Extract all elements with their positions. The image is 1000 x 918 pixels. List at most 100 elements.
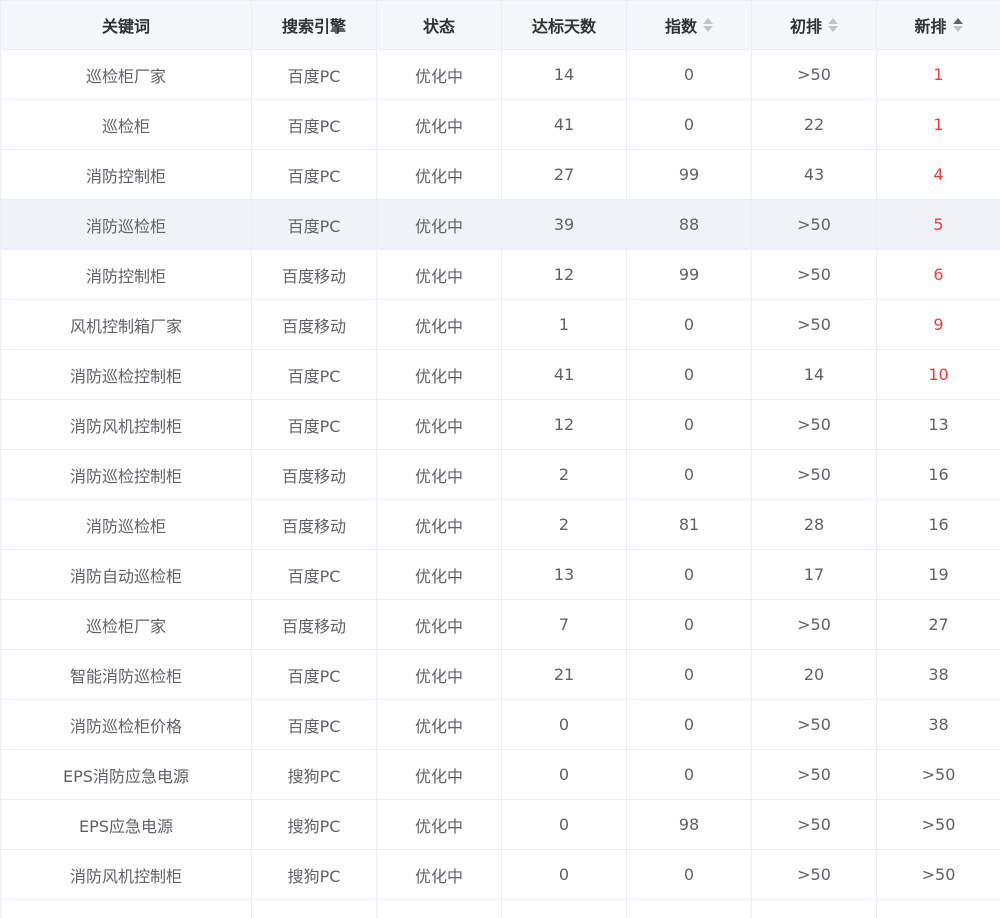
cell-days: 0 xyxy=(501,699,627,750)
cell-days: 2 xyxy=(501,499,627,550)
table-row[interactable]: 消防自动巡检柜 百度PC 优化中 13 0 17 19 xyxy=(0,549,1000,600)
table-row[interactable]: 巡检柜厂家 百度PC 优化中 14 0 >50 1 xyxy=(0,49,1000,100)
cell-status: 优化中 xyxy=(376,849,502,900)
cell-index: 0 xyxy=(626,99,752,150)
cell-engine: 搜狗PC xyxy=(251,749,377,800)
cell-engine: 百度移动 xyxy=(251,249,377,300)
table-row[interactable]: 消防巡检控制柜 百度PC 优化中 41 0 14 10 xyxy=(0,349,1000,400)
header-keyword: 关键词 xyxy=(0,0,252,50)
cell-new: 16 xyxy=(876,449,1000,500)
header-index[interactable]: 指数 xyxy=(626,0,752,50)
table-row[interactable]: 风机控制箱厂家搜狗PC优化中00>50>50 xyxy=(0,899,1000,918)
cell-initial: >50 xyxy=(751,849,877,900)
cell-index: 98 xyxy=(626,799,752,850)
cell-index: 0 xyxy=(626,349,752,400)
cell-new: 13 xyxy=(876,399,1000,450)
cell-status: 优化中 xyxy=(376,549,502,600)
cell-new: 4 xyxy=(876,149,1000,200)
sort-caret-icon[interactable] xyxy=(703,18,713,32)
cell-index: 99 xyxy=(626,149,752,200)
cell-initial: 14 xyxy=(751,349,877,400)
cell-initial: >50 xyxy=(751,699,877,750)
table-row[interactable]: 巡检柜 百度PC 优化中 41 0 22 1 xyxy=(0,99,1000,150)
cell-initial: 20 xyxy=(751,649,877,700)
table-row[interactable]: 消防巡检控制柜 百度移动 优化中 2 0 >50 16 xyxy=(0,449,1000,500)
cell-status: 优化中 xyxy=(376,449,502,500)
table-header-row: 关键词 搜索引擎 状态 达标天数 指数 初排 新排 xyxy=(0,0,1000,50)
cell-index: 0 xyxy=(626,749,752,800)
cell-engine: 搜狗PC xyxy=(251,849,377,900)
cell-new: >50 xyxy=(876,749,1000,800)
cell-engine: 百度PC xyxy=(251,99,377,150)
cell-days: 0 xyxy=(501,899,627,918)
cell-keyword: 消防巡检柜 xyxy=(0,499,252,550)
cell-days: 14 xyxy=(501,49,627,100)
cell-status: 优化中 xyxy=(376,99,502,150)
cell-engine: 百度PC xyxy=(251,199,377,250)
cell-index: 0 xyxy=(626,449,752,500)
table-row[interactable]: 消防风机控制柜 百度PC 优化中 12 0 >50 13 xyxy=(0,399,1000,450)
cell-keyword: 巡检柜厂家 xyxy=(0,599,252,650)
cell-index: 0 xyxy=(626,849,752,900)
cell-new: 1 xyxy=(876,49,1000,100)
cell-engine: 百度PC xyxy=(251,399,377,450)
cell-keyword: 消防巡检柜 xyxy=(0,199,252,250)
cell-new: 27 xyxy=(876,599,1000,650)
cell-new: >50 xyxy=(876,899,1000,918)
cell-initial: >50 xyxy=(751,449,877,500)
cell-keyword: 消防控制柜 xyxy=(0,249,252,300)
table-row[interactable]: EPS应急电源 搜狗PC 优化中 0 98 >50 >50 xyxy=(0,799,1000,850)
cell-keyword: 消防巡检柜价格 xyxy=(0,699,252,750)
table-row[interactable]: 消防巡检柜 百度PC 优化中 39 88 >50 5 xyxy=(0,199,1000,250)
cell-engine: 搜狗PC xyxy=(251,799,377,850)
table-row[interactable]: 消防风机控制柜 搜狗PC 优化中 0 0 >50 >50 xyxy=(0,849,1000,900)
table-row[interactable]: 消防控制柜 百度PC 优化中 27 99 43 4 xyxy=(0,149,1000,200)
table-body: 巡检柜厂家 百度PC 优化中 14 0 >50 1 巡检柜 百度PC 优化中 41 0 22 1 消防控制柜… xyxy=(0,49,1000,918)
sort-caret-icon[interactable] xyxy=(952,18,963,32)
cell-engine: 百度PC xyxy=(251,699,377,750)
header-initial[interactable]: 初排 xyxy=(751,0,877,50)
table-row[interactable]: 风机控制箱厂家 百度移动 优化中 1 0 >50 9 xyxy=(0,299,1000,350)
table-row[interactable]: 消防巡检柜价格 百度PC 优化中 0 0 >50 38 xyxy=(0,699,1000,750)
cell-index: 0 xyxy=(626,49,752,100)
table-row[interactable]: 消防巡检柜 百度移动 优化中 2 81 28 16 xyxy=(0,499,1000,550)
cell-days: 41 xyxy=(501,99,627,150)
cell-initial: >50 xyxy=(751,299,877,350)
cell-status: 优化中 xyxy=(376,199,502,250)
cell-new: 10 xyxy=(876,349,1000,400)
cell-new: 5 xyxy=(876,199,1000,250)
cell-index: 0 xyxy=(626,649,752,700)
cell-keyword: 消防风机控制柜 xyxy=(0,849,252,900)
header-new[interactable]: 新排 xyxy=(876,0,1000,50)
table-row[interactable]: 巡检柜厂家 百度移动 优化中 7 0 >50 27 xyxy=(0,599,1000,650)
cell-initial: 17 xyxy=(751,549,877,600)
table-row[interactable]: 消防控制柜 百度移动 优化中 12 99 >50 6 xyxy=(0,249,1000,300)
table-row[interactable]: EPS消防应急电源 搜狗PC 优化中 0 0 >50 >50 xyxy=(0,749,1000,800)
sort-caret-icon[interactable] xyxy=(828,18,838,32)
cell-index: 0 xyxy=(626,299,752,350)
cell-engine: 百度PC xyxy=(251,149,377,200)
header-engine: 搜索引擎 xyxy=(251,0,377,50)
cell-keyword: EPS应急电源 xyxy=(0,799,252,850)
cell-days: 0 xyxy=(501,749,627,800)
cell-engine: 百度移动 xyxy=(251,449,377,500)
cell-new: 6 xyxy=(876,249,1000,300)
cell-engine: 搜狗PC xyxy=(251,899,377,918)
cell-days: 12 xyxy=(501,249,627,300)
cell-engine: 百度移动 xyxy=(251,599,377,650)
cell-keyword: 智能消防巡检柜 xyxy=(0,649,252,700)
header-days: 达标天数 xyxy=(501,0,627,50)
cell-new: 38 xyxy=(876,649,1000,700)
cell-engine: 百度PC xyxy=(251,349,377,400)
cell-status: 优化中 xyxy=(376,299,502,350)
table-row[interactable]: 智能消防巡检柜 百度PC 优化中 21 0 20 38 xyxy=(0,649,1000,700)
header-status: 状态 xyxy=(376,0,502,50)
cell-status: 优化中 xyxy=(376,499,502,550)
cell-keyword: 消防控制柜 xyxy=(0,149,252,200)
cell-days: 21 xyxy=(501,649,627,700)
cell-days: 0 xyxy=(501,849,627,900)
cell-days: 12 xyxy=(501,399,627,450)
cell-status: 优化中 xyxy=(376,249,502,300)
cell-keyword: EPS消防应急电源 xyxy=(0,749,252,800)
cell-index: 0 xyxy=(626,899,752,918)
